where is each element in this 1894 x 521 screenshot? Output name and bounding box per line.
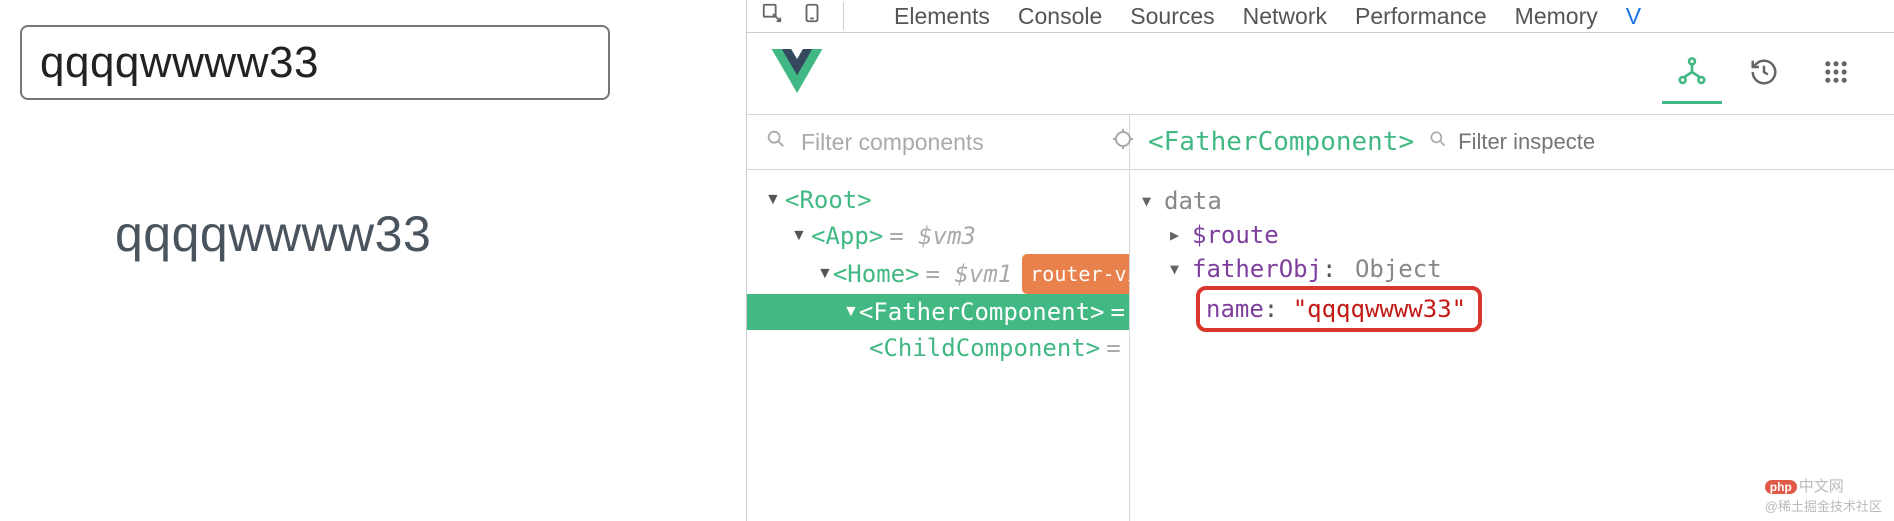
data-name-row[interactable]: name: "qqqqwwww33" [1142,286,1882,332]
inspect-icon[interactable] [761,2,783,30]
devtools-tab-bar: Elements Console Sources Network Perform… [747,0,1894,33]
settings-grid-icon[interactable] [1806,44,1866,104]
tab-sources[interactable]: Sources [1116,1,1228,32]
watermark: php中文网 @稀土掘金技术社区 [1765,475,1882,515]
router-view-badge: router-vie [1022,254,1129,294]
components-tab-icon[interactable] [1662,44,1722,104]
detail-body: ▼ data ▶ $route ▼ fatherObj: Object name… [1130,170,1894,332]
vue-toolbar [747,33,1894,115]
component-detail-pane: <FatherComponent> ▼ data ▶ [1130,115,1894,521]
data-section[interactable]: ▼ data [1142,184,1882,218]
caret-down-icon: ▼ [1142,184,1164,218]
history-icon[interactable] [1734,44,1794,104]
tree-filter-row [747,115,1129,170]
caret-down-icon: ▼ [791,218,811,254]
tree-node-app[interactable]: ▼ <App> = $vm3 [747,218,1129,254]
tab-console[interactable]: Console [1004,1,1116,32]
search-icon [1428,129,1448,155]
tab-memory[interactable]: Memory [1501,1,1612,32]
vue-split: ▼ <Root> ▼ <App> = $vm3 ▼ <Home> = $vm1 … [747,115,1894,521]
display-text: qqqqwwww33 [115,205,726,263]
caret-down-icon: ▼ [765,182,785,218]
highlight-box: name: "qqqqwwww33" [1196,286,1482,332]
vue-logo-icon [771,49,823,98]
component-tree: ▼ <Root> ▼ <App> = $vm3 ▼ <Home> = $vm1 … [747,170,1129,366]
tab-network[interactable]: Network [1229,1,1341,32]
caret-down-icon: ▼ [843,294,859,330]
data-route[interactable]: ▶ $route [1142,218,1882,252]
tab-extra[interactable]: V [1612,1,1655,32]
tab-performance[interactable]: Performance [1341,1,1501,32]
tree-filter-input[interactable] [801,129,1097,156]
data-fatherobj[interactable]: ▼ fatherObj: Object [1142,252,1882,286]
detail-filter-input[interactable] [1458,129,1876,155]
tree-node-home[interactable]: ▼ <Home> = $vm1 router-vie [747,254,1129,294]
name-input[interactable] [20,25,610,100]
detail-title: <FatherComponent> [1148,127,1414,157]
tree-node-child[interactable]: <ChildComponent> = [747,330,1129,366]
tab-elements[interactable]: Elements [880,1,1004,32]
caret-down-icon: ▼ [1170,252,1192,286]
caret-right-icon: ▶ [1170,218,1192,252]
component-tree-pane: ▼ <Root> ▼ <App> = $vm3 ▼ <Home> = $vm1 … [747,115,1130,521]
app-preview-pane: qqqqwwww33 [0,0,746,521]
search-icon [765,128,787,156]
caret-down-icon: ▼ [817,256,833,292]
tree-node-father[interactable]: ▼ <FatherComponent> = $ [747,294,1129,330]
device-toggle-icon[interactable] [801,2,823,30]
devtools-pane: Elements Console Sources Network Perform… [746,0,1894,521]
tree-node-root[interactable]: ▼ <Root> [747,182,1129,218]
detail-header: <FatherComponent> [1130,115,1894,170]
separator [843,2,844,30]
